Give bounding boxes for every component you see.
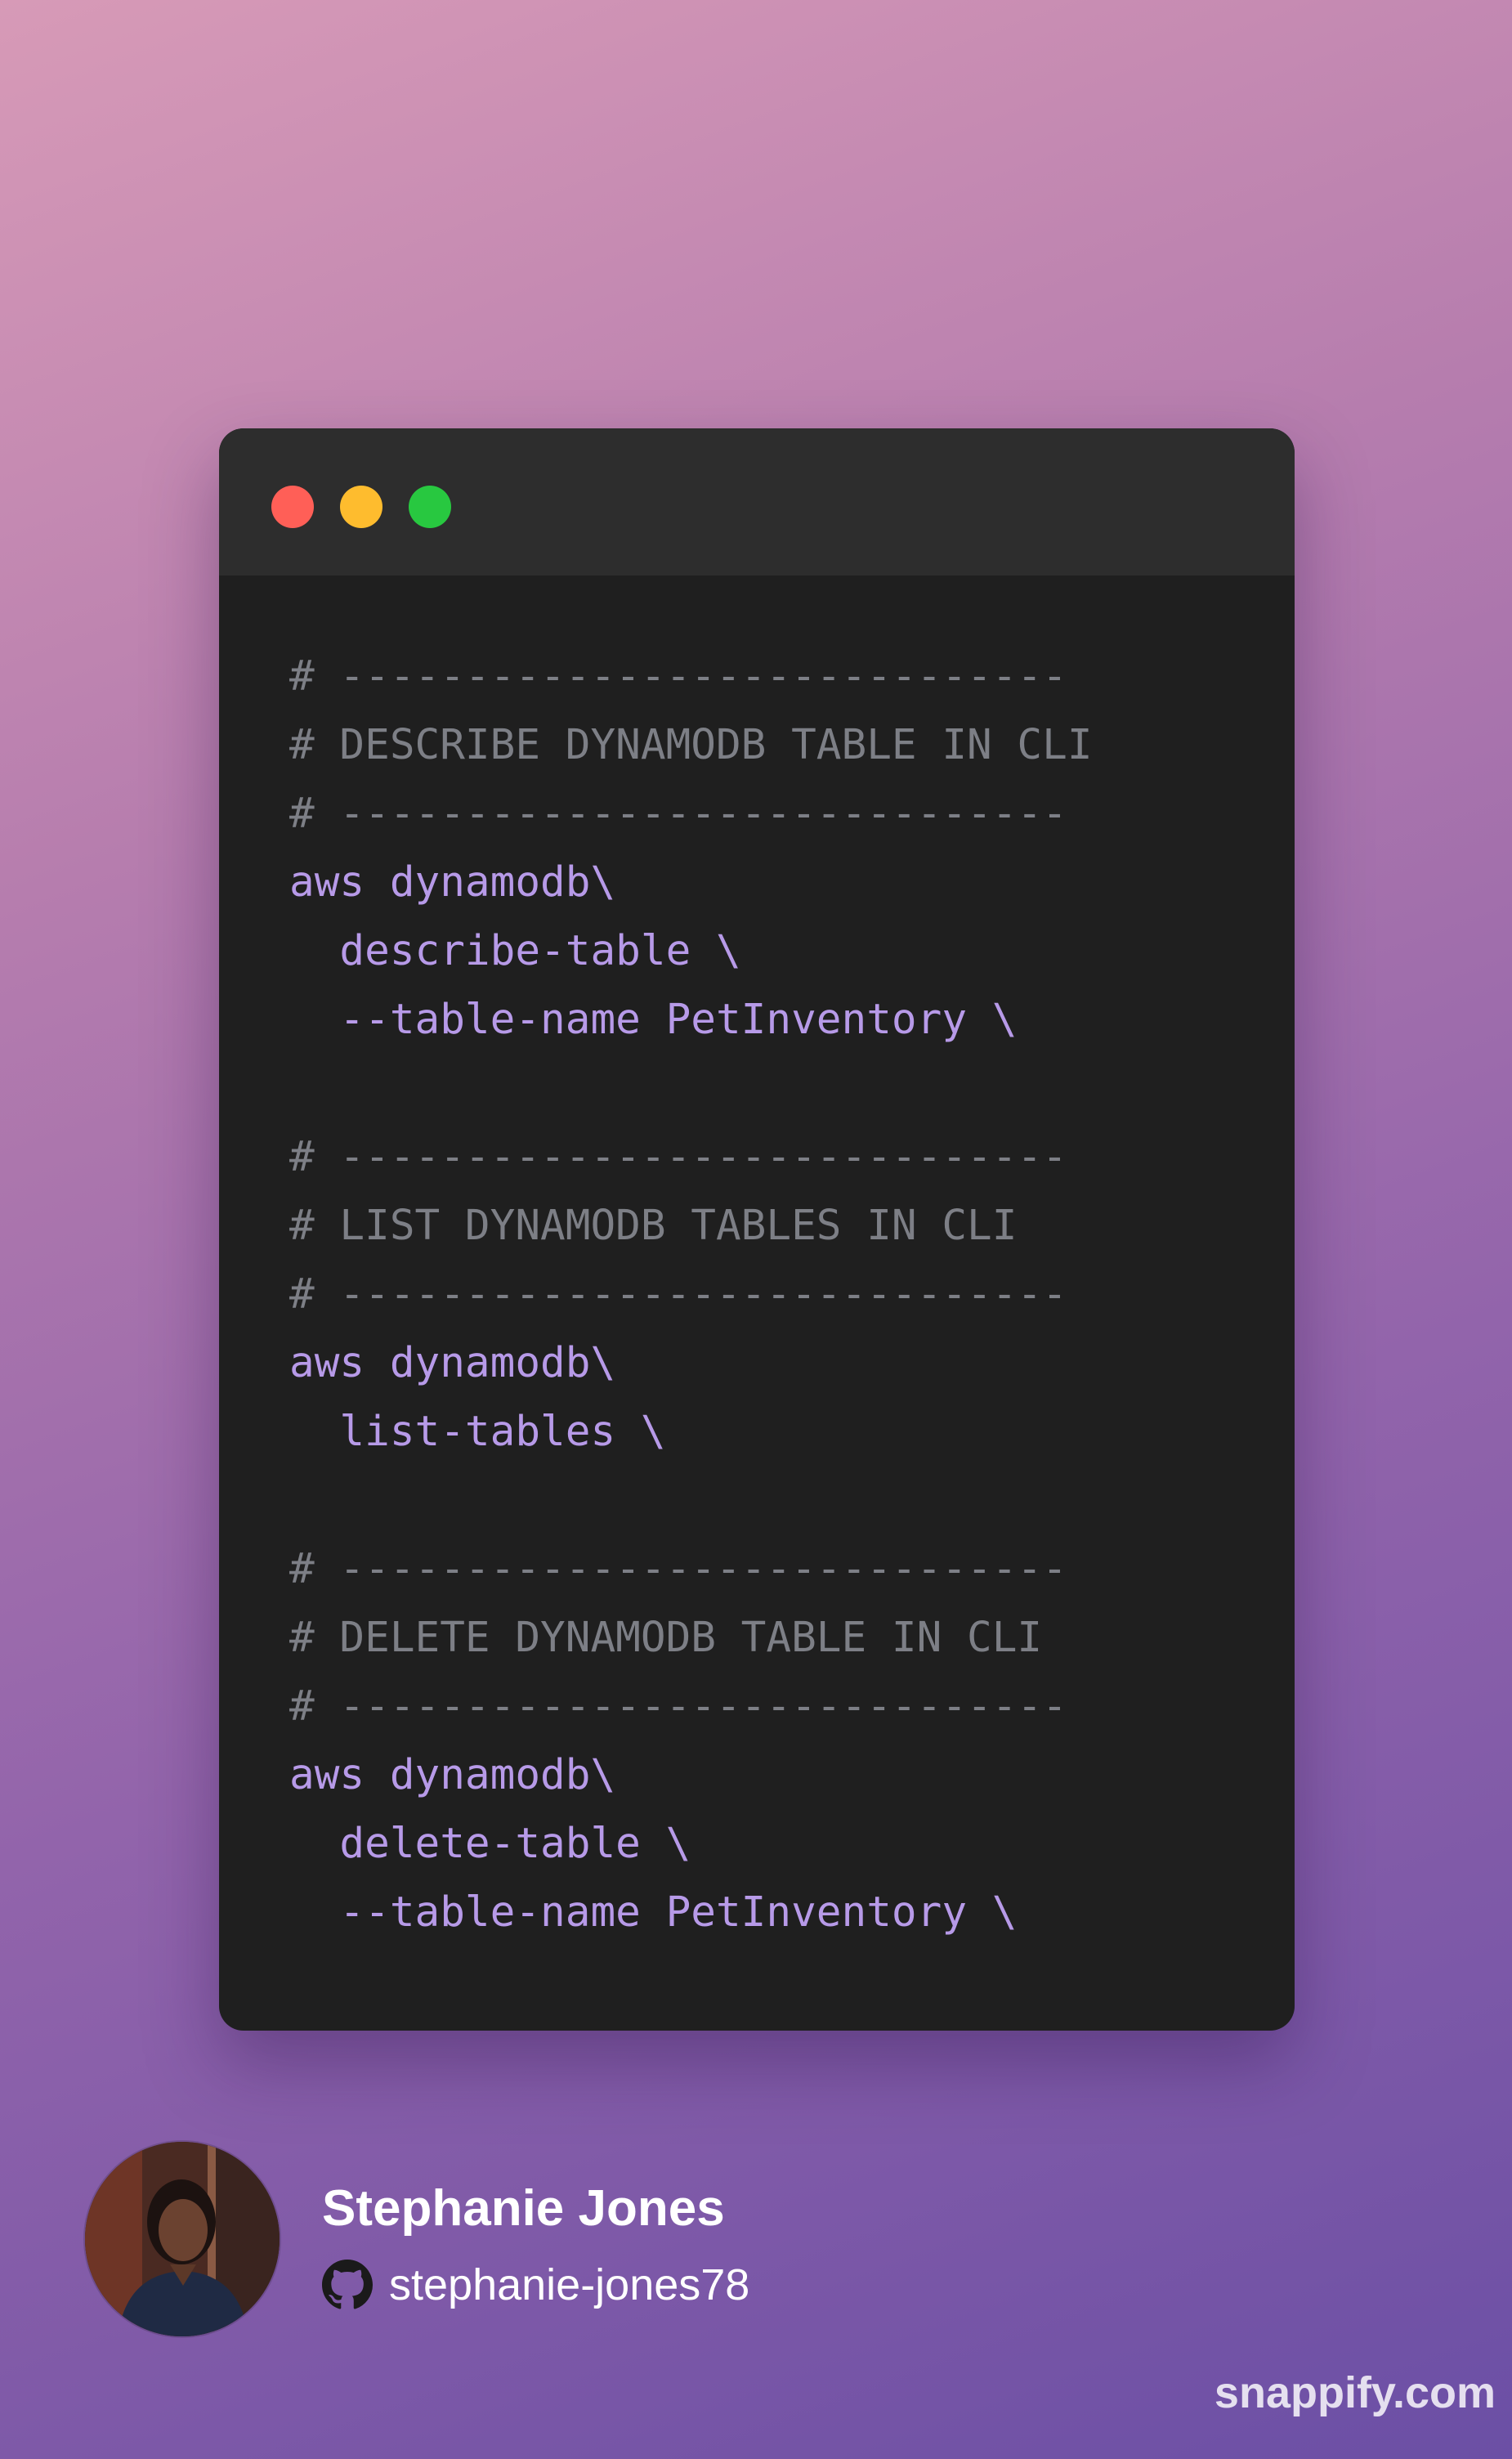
- github-handle[interactable]: stephanie-jones78: [389, 2260, 749, 2310]
- code-comment-line: # -----------------------------: [289, 1545, 1067, 1593]
- code-comment-line: # -----------------------------: [289, 1133, 1067, 1181]
- code-comment-line: # -----------------------------: [289, 1270, 1067, 1319]
- code-command-line: aws dynamodb\: [289, 858, 616, 907]
- brand-watermark[interactable]: snappify.com: [1215, 2367, 1496, 2418]
- code-command-line: --table-name PetInventory \: [289, 996, 1018, 1044]
- code-block: # ----------------------------- # DESCRIB…: [289, 643, 1093, 1947]
- code-command-line: --table-name PetInventory \: [289, 1888, 1018, 1937]
- code-comment-line: # DELETE DYNAMODB TABLE IN CLI: [289, 1614, 1043, 1662]
- github-icon: [322, 2260, 373, 2309]
- code-comment-line: # DESCRIBE DYNAMODB TABLE IN CLI: [289, 721, 1093, 769]
- author-card: Stephanie Jones stephanie-jones78: [85, 2142, 902, 2338]
- minimize-window-button[interactable]: [340, 486, 382, 528]
- close-window-button[interactable]: [271, 486, 314, 528]
- code-command-line: aws dynamodb\: [289, 1751, 616, 1799]
- author-name: Stephanie Jones: [322, 2180, 725, 2237]
- code-comment-line: # -----------------------------: [289, 1682, 1067, 1731]
- avatar: [85, 2142, 280, 2336]
- code-command-line: list-tables \: [289, 1408, 666, 1456]
- zoom-window-button[interactable]: [409, 486, 451, 528]
- code-command-line: describe-table \: [289, 927, 741, 975]
- window-titlebar: [219, 428, 1295, 576]
- code-command-line: delete-table \: [289, 1820, 691, 1868]
- github-link[interactable]: stephanie-jones78: [322, 2256, 749, 2313]
- avatar-portrait: [85, 2142, 280, 2336]
- code-window: # ----------------------------- # DESCRIB…: [219, 428, 1295, 2031]
- code-comment-line: # LIST DYNAMODB TABLES IN CLI: [289, 1202, 1018, 1250]
- code-command-line: aws dynamodb\: [289, 1339, 616, 1387]
- code-comment-line: # -----------------------------: [289, 652, 1067, 701]
- code-comment-line: # -----------------------------: [289, 790, 1067, 838]
